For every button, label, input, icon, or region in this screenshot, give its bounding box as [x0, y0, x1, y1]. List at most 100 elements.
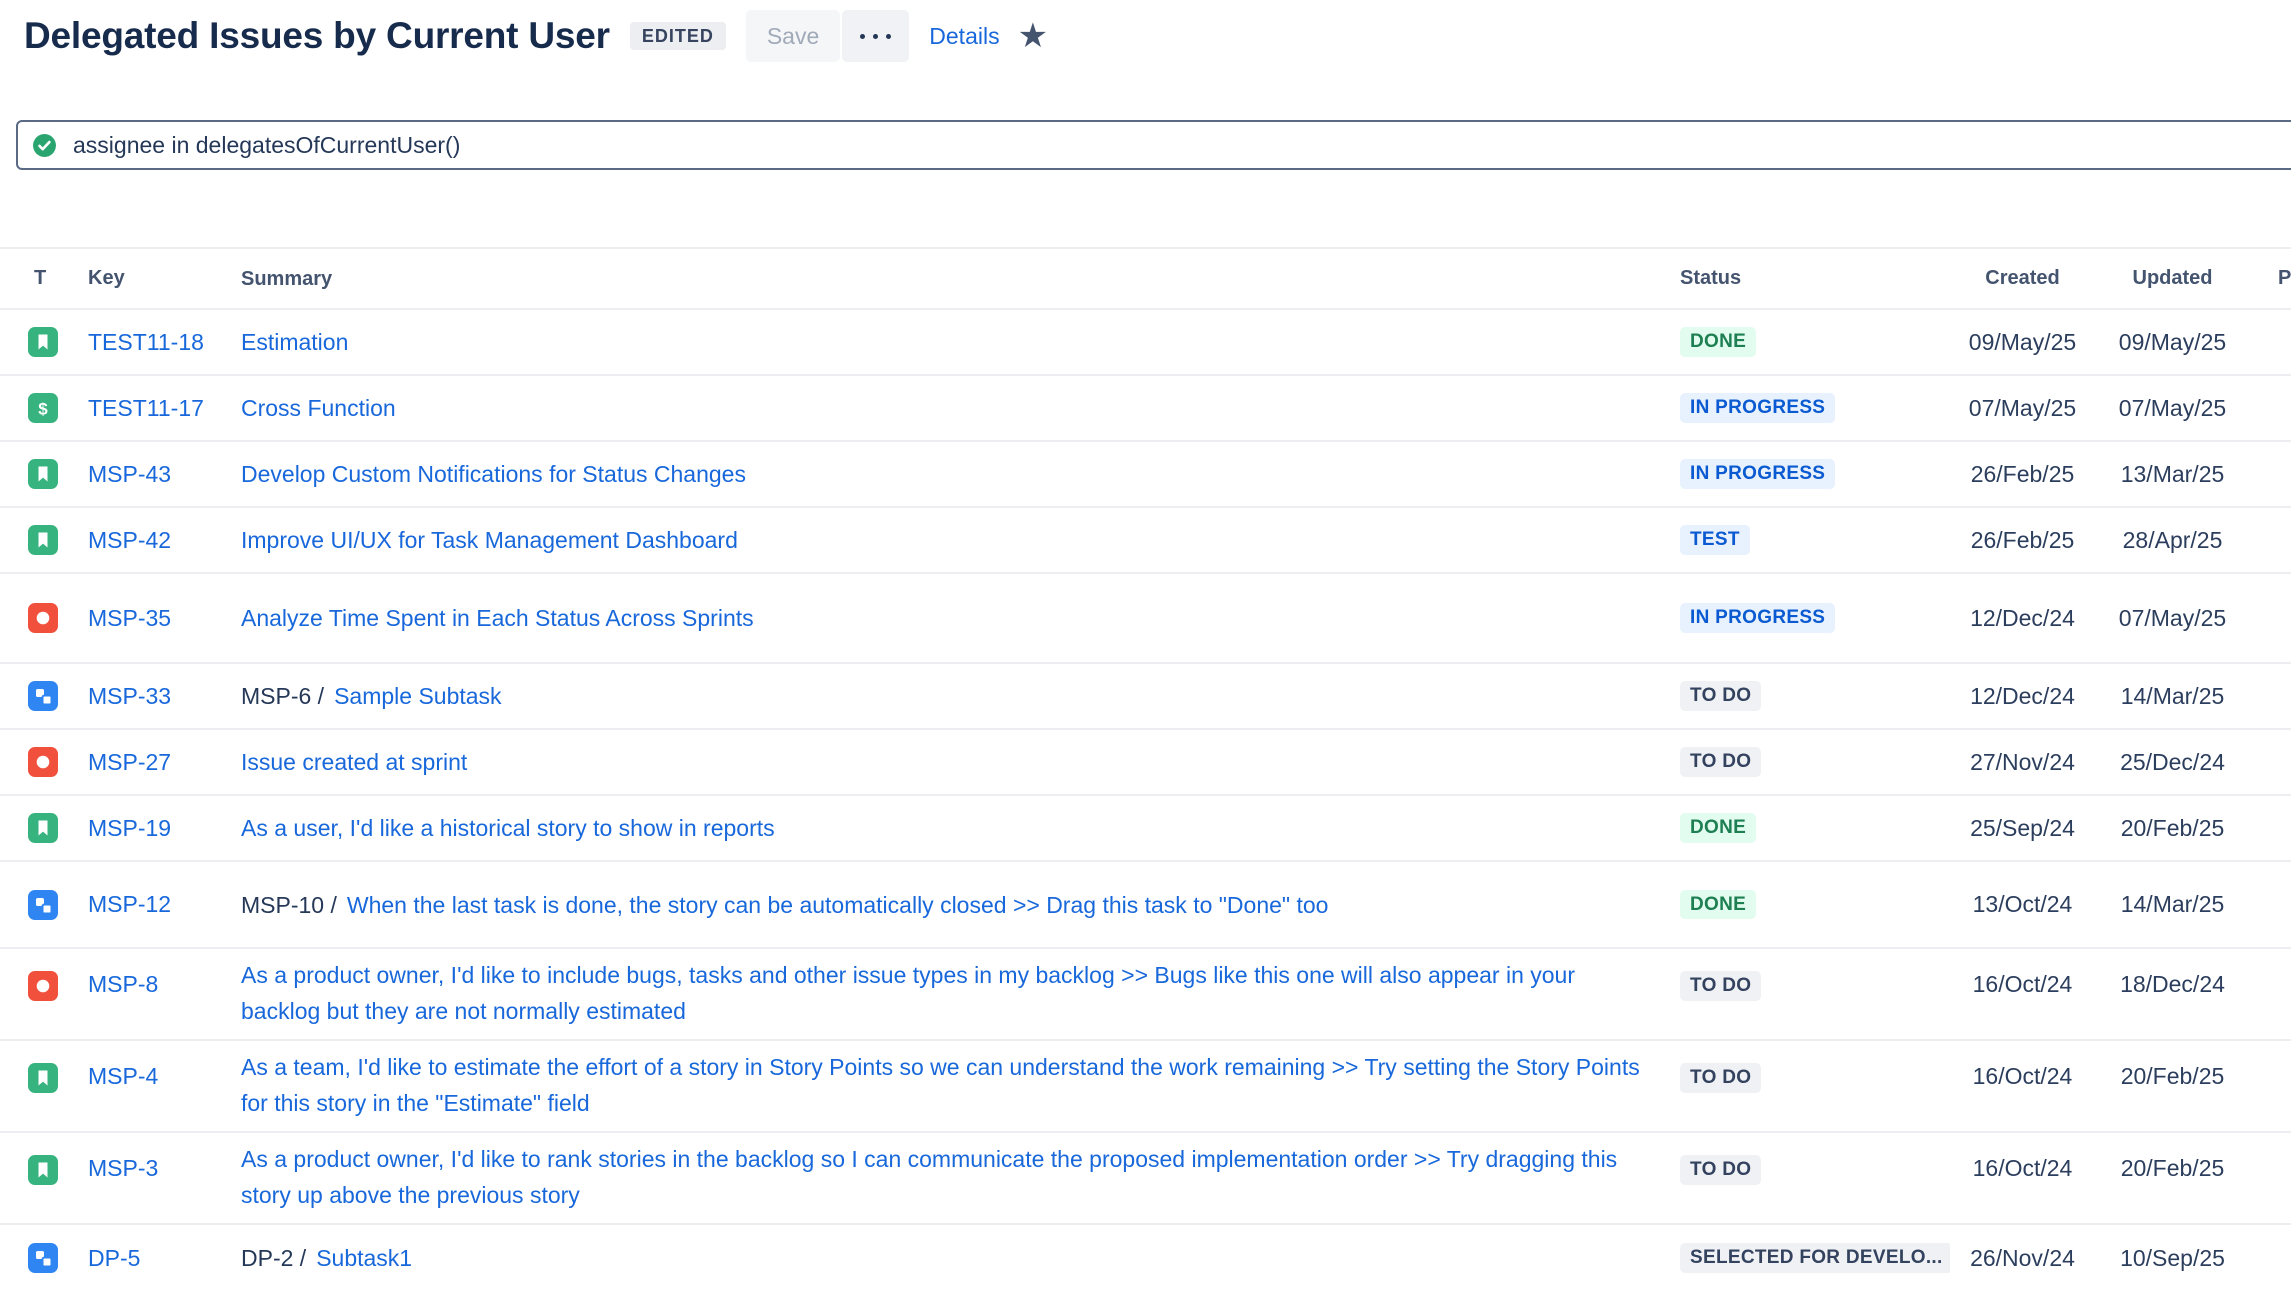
issue-summary-link[interactable]: Sample Subtask — [334, 683, 501, 709]
updated-date: 28/Apr/25 — [2095, 527, 2250, 554]
status-badge: TO DO — [1680, 681, 1761, 711]
save-button[interactable]: Save — [746, 10, 840, 62]
status-badge: TEST — [1680, 525, 1750, 555]
issue-row: MSP-43 Develop Custom Notifications for … — [0, 442, 2291, 508]
created-date: 25/Sep/24 — [1950, 815, 2095, 842]
updated-date: 14/Mar/25 — [2095, 891, 2250, 918]
save-button-group: Save — [746, 10, 909, 62]
issue-row: MSP-33 MSP-6 /Sample Subtask TO DO 12/De… — [0, 664, 2291, 730]
details-link[interactable]: Details — [929, 23, 999, 50]
column-header-updated[interactable]: Updated — [2095, 267, 2250, 290]
svg-text:$: $ — [38, 400, 48, 419]
status-badge: DONE — [1680, 813, 1756, 843]
created-date: 16/Oct/24 — [1950, 1155, 2095, 1182]
updated-date: 09/May/25 — [2095, 329, 2250, 356]
updated-date: 20/Feb/25 — [2095, 815, 2250, 842]
status-badge: DONE — [1680, 327, 1756, 357]
issue-summary-link[interactable]: Issue created at sprint — [241, 749, 467, 775]
issue-key-link[interactable]: MSP-4 — [88, 1063, 158, 1089]
jql-search-bar — [16, 120, 2291, 170]
created-date: 13/Oct/24 — [1950, 891, 2095, 918]
updated-date: 10/Sep/25 — [2095, 1245, 2250, 1272]
issue-summary-link[interactable]: As a team, I'd like to estimate the effo… — [241, 1054, 1640, 1116]
page-title: Delegated Issues by Current User — [24, 15, 610, 57]
column-header-summary[interactable]: Summary — [241, 261, 1680, 297]
issue-summary-link[interactable]: Estimation — [241, 329, 348, 355]
created-date: 12/Dec/24 — [1950, 605, 2095, 632]
issue-key-link[interactable]: TEST11-18 — [88, 329, 204, 355]
valid-query-check-icon — [32, 133, 57, 158]
updated-date: 20/Feb/25 — [2095, 1063, 2250, 1090]
issue-key-link[interactable]: MSP-8 — [88, 971, 158, 997]
issue-key-link[interactable]: TEST11-17 — [88, 395, 204, 421]
jql-query-input[interactable] — [73, 132, 2291, 159]
issue-row: DP-5 DP-2 /Subtask1 SELECTED FOR DEVELO.… — [0, 1225, 2291, 1289]
issue-key-link[interactable]: MSP-35 — [88, 605, 171, 631]
created-date: 26/Feb/25 — [1950, 461, 2095, 488]
parent-issue-prefix: MSP-10 / — [241, 892, 337, 918]
story-issue-type-icon — [28, 813, 58, 843]
issue-key-link[interactable]: MSP-33 — [88, 683, 171, 709]
issue-summary-link[interactable]: Develop Custom Notifications for Status … — [241, 461, 746, 487]
issue-summary-link[interactable]: As a product owner, I'd like to include … — [241, 962, 1575, 1024]
issue-row: MSP-42 Improve UI/UX for Task Management… — [0, 508, 2291, 574]
story-issue-type-icon — [28, 1063, 58, 1093]
status-badge: TO DO — [1680, 971, 1761, 1001]
column-header-priority[interactable]: P — [2250, 267, 2291, 290]
issue-row: $ TEST11-17 Cross Function IN PROGRESS 0… — [0, 376, 2291, 442]
issue-key-link[interactable]: MSP-19 — [88, 815, 171, 841]
bug-issue-type-icon — [28, 971, 58, 1001]
issue-row: MSP-4 As a team, I'd like to estimate th… — [0, 1041, 2291, 1133]
column-header-type[interactable]: T — [0, 267, 88, 290]
created-date: 26/Nov/24 — [1950, 1245, 2095, 1272]
issue-row: TEST11-18 Estimation DONE 09/May/25 09/M… — [0, 310, 2291, 376]
status-badge: IN PROGRESS — [1680, 603, 1835, 633]
column-header-created[interactable]: Created — [1950, 267, 2095, 290]
issue-summary-link[interactable]: As a product owner, I'd like to rank sto… — [241, 1146, 1617, 1208]
status-badge: IN PROGRESS — [1680, 459, 1835, 489]
story-issue-type-icon — [28, 327, 58, 357]
issue-summary-link[interactable]: As a user, I'd like a historical story t… — [241, 815, 775, 841]
issue-summary-link[interactable]: Analyze Time Spent in Each Status Across… — [241, 605, 754, 631]
updated-date: 18/Dec/24 — [2095, 971, 2250, 998]
issue-table-header: T Key Summary Status Created Updated P — [0, 247, 2291, 310]
status-badge: TO DO — [1680, 1063, 1761, 1093]
issue-row: MSP-8 As a product owner, I'd like to in… — [0, 949, 2291, 1041]
issue-key-link[interactable]: DP-5 — [88, 1245, 140, 1271]
subtask-issue-type-icon — [28, 890, 58, 920]
created-date: 27/Nov/24 — [1950, 749, 2095, 776]
issue-row: MSP-3 As a product owner, I'd like to ra… — [0, 1133, 2291, 1225]
issue-key-link[interactable]: MSP-12 — [88, 891, 171, 917]
status-badge: TO DO — [1680, 747, 1761, 777]
issue-key-link[interactable]: MSP-3 — [88, 1155, 158, 1181]
issue-summary-link[interactable]: Subtask1 — [316, 1245, 412, 1271]
created-date: 09/May/25 — [1950, 329, 2095, 356]
issue-summary-link[interactable]: Cross Function — [241, 395, 396, 421]
issue-table: T Key Summary Status Created Updated P T… — [0, 247, 2291, 1289]
story-issue-type-icon — [28, 459, 58, 489]
issue-table-body: TEST11-18 Estimation DONE 09/May/25 09/M… — [0, 310, 2291, 1289]
issue-key-link[interactable]: MSP-27 — [88, 749, 171, 775]
parent-issue-prefix: MSP-6 / — [241, 683, 324, 709]
favorite-star-icon[interactable]: ★ — [1018, 19, 1048, 53]
created-date: 16/Oct/24 — [1950, 971, 2095, 998]
column-header-status[interactable]: Status — [1680, 267, 1950, 290]
updated-date: 20/Feb/25 — [2095, 1155, 2250, 1182]
issue-row: MSP-35 Analyze Time Spent in Each Status… — [0, 574, 2291, 664]
issue-row: MSP-27 Issue created at sprint TO DO 27/… — [0, 730, 2291, 796]
column-header-key[interactable]: Key — [88, 267, 241, 290]
filter-header: Delegated Issues by Current User EDITED … — [0, 0, 2291, 72]
more-options-button[interactable] — [842, 10, 909, 62]
story-issue-type-icon — [28, 1155, 58, 1185]
status-badge: IN PROGRESS — [1680, 393, 1835, 423]
updated-date: 07/May/25 — [2095, 605, 2250, 632]
issue-summary-link[interactable]: When the last task is done, the story ca… — [347, 892, 1329, 918]
created-date: 26/Feb/25 — [1950, 527, 2095, 554]
parent-issue-prefix: DP-2 / — [241, 1245, 306, 1271]
issue-key-link[interactable]: MSP-43 — [88, 461, 171, 487]
story-issue-type-icon — [28, 525, 58, 555]
issue-summary-link[interactable]: Improve UI/UX for Task Management Dashbo… — [241, 527, 738, 553]
updated-date: 07/May/25 — [2095, 395, 2250, 422]
updated-date: 25/Dec/24 — [2095, 749, 2250, 776]
issue-key-link[interactable]: MSP-42 — [88, 527, 171, 553]
